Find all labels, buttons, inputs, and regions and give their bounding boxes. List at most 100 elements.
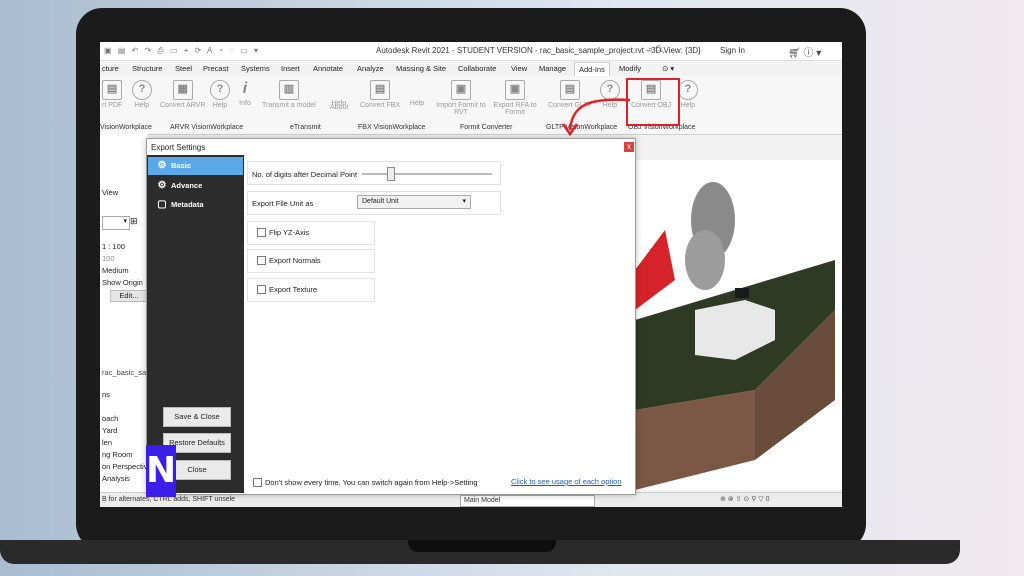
normals-label[interactable]: Export Normals <box>269 256 321 265</box>
browser-item[interactable]: ng Room <box>102 450 132 459</box>
properties-panel: View ▾ ⊞ 1 : 100 100 Medium Show Origin … <box>100 134 152 507</box>
panel-label: FBX VisionWorkplace <box>358 124 426 131</box>
tab-manage[interactable]: Manage <box>539 64 566 73</box>
convert-fbx-button[interactable]: ▤ Convert FBX <box>360 80 400 109</box>
save-close-button[interactable]: Save & Close <box>163 407 231 427</box>
flip-label[interactable]: Flip YZ-Axis <box>269 228 309 237</box>
tab-collaborate[interactable]: Collaborate <box>458 64 496 73</box>
tab-overflow-icon[interactable]: ⊙ ▾ <box>662 64 674 73</box>
info-icon: i <box>242 80 248 97</box>
help-icon[interactable]: 🛒︎ ⓘ ▾ <box>788 44 821 59</box>
dont-show-checkbox[interactable] <box>253 478 262 487</box>
browser-item[interactable]: Analysis <box>102 474 130 483</box>
tab-steel[interactable]: Steel <box>175 64 192 73</box>
tab-architecture[interactable]: cture <box>102 64 119 73</box>
help-button[interactable]: Help <box>330 80 348 107</box>
help-icon <box>408 80 426 98</box>
laptop-notch <box>408 540 556 552</box>
panel-label: Formit Converter <box>460 124 513 131</box>
3d-model-render <box>635 182 835 490</box>
flip-checkbox[interactable] <box>257 228 266 237</box>
browser-item[interactable]: oach <box>102 414 118 423</box>
tab-view[interactable]: View <box>511 64 527 73</box>
tab-modify[interactable]: Modify <box>619 64 641 73</box>
tab-massing-site[interactable]: Massing & Site <box>396 64 446 73</box>
sidebar-item-metadata[interactable]: ▢ Metadata <box>148 196 243 214</box>
fbx-icon: ▤ <box>370 80 391 100</box>
status-icons[interactable]: ⊕ ⊗ ⇧ ⊙ ⚲ ▽ 0 <box>720 495 770 503</box>
edit-button[interactable]: Edit... <box>110 290 148 302</box>
title-bar: ▣ ▤ ↶ ↷ ⎙ ▭ ⌖ ⟳ A ◔ ◌ ▭ ▾ Autodesk Revit… <box>100 42 842 61</box>
gears-icon: ⚙ <box>157 180 167 191</box>
browser-item[interactable]: len <box>102 438 112 447</box>
help-button[interactable]: ? Help <box>132 80 152 109</box>
red-arrow-icon <box>561 98 631 137</box>
sign-in-link[interactable]: Sign In <box>720 46 745 55</box>
transmit-icon: ▥ <box>278 80 299 100</box>
browser-item[interactable]: Yard <box>102 426 117 435</box>
document-icon: ▢ <box>157 199 167 210</box>
import-formit-button[interactable]: ▣ Import Formit to RVT <box>436 80 486 116</box>
help-button[interactable]: ? Help <box>678 80 698 109</box>
help-icon: ? <box>678 80 698 100</box>
digits-slider-track[interactable] <box>362 173 492 175</box>
usage-link[interactable]: Click to see usage of each option <box>511 477 622 486</box>
ribbon-panel: ▤ rt PDF ? Help ▦ Convert ARVR ? Help i Info … <box>100 76 842 135</box>
tab-analyze[interactable]: Analyze <box>357 64 384 73</box>
search-binoculars-icon[interactable]: ⌕ 🔍︎ <box>648 45 665 55</box>
edit-type-icon[interactable]: ⊞ <box>130 216 138 227</box>
tab-structure[interactable]: Structure <box>132 64 162 73</box>
model-selector[interactable]: Main Model <box>460 495 595 507</box>
show-origin: Show Origin <box>102 278 143 287</box>
panel-label: ARVR VisionWorkplace <box>170 124 244 131</box>
flip-row <box>247 221 375 245</box>
about-button[interactable]: About <box>330 104 348 111</box>
status-hint: B for alternates, CTRL adds, SHIFT unsel… <box>102 496 236 503</box>
browser-item[interactable]: ns <box>102 390 110 399</box>
dialog-title: Export Settings <box>151 143 206 152</box>
formit-import-icon: ▣ <box>451 80 471 100</box>
help-icon: ? <box>132 80 152 100</box>
scale-value[interactable]: 1 : 100 <box>102 242 125 251</box>
texture-checkbox[interactable] <box>257 285 266 294</box>
tab-annotate[interactable]: Annotate <box>313 64 343 73</box>
channel-logo: N <box>146 445 176 497</box>
digits-slider-handle[interactable] <box>387 167 395 181</box>
convert-arvr-button[interactable]: ▦ Convert ARVR <box>160 80 205 109</box>
close-icon[interactable]: x <box>624 142 634 152</box>
dont-show-label[interactable]: Don't show every time. You can switch ag… <box>265 478 478 487</box>
sidebar-item-basic[interactable]: ⚙ Basic <box>148 157 243 175</box>
tab-add-ins[interactable]: Add-Ins <box>574 62 610 76</box>
unit-label: Export File Unit as <box>252 199 314 208</box>
browser-item[interactable]: on Perspectiv <box>102 462 147 471</box>
help-button[interactable]: ? Help <box>210 80 230 109</box>
export-settings-dialog: Export Settings x ⚙ Basic ⚙ Advance ▢ Metad… <box>146 138 636 495</box>
help-button[interactable]: Help <box>408 80 426 107</box>
tab-systems[interactable]: Systems <box>241 64 270 73</box>
transmit-model-button[interactable]: ▥ Transmit a model <box>262 80 316 109</box>
chevron-down-icon: ▾ <box>462 198 466 205</box>
pdf-icon: ▤ <box>102 80 123 100</box>
export-pdf-button[interactable]: ▤ rt PDF <box>102 80 122 109</box>
project-browser-root[interactable]: rac_basic_sam <box>102 368 152 377</box>
export-rfa-button[interactable]: ▣ Export RFA to Formit <box>492 80 538 116</box>
tab-insert[interactable]: Insert <box>281 64 300 73</box>
unit-select[interactable]: Default Unit ▾ <box>357 195 471 209</box>
scale-number[interactable]: 100 <box>102 254 115 263</box>
help-icon <box>330 80 348 98</box>
info-button[interactable]: i Info <box>236 80 254 107</box>
ribbon-tab-bar: cture Structure Steel Precast Systems In… <box>100 62 842 76</box>
panel-label: eTransmit <box>290 124 321 131</box>
detail-level[interactable]: Medium <box>102 266 129 275</box>
sidebar-item-advance[interactable]: ⚙ Advance <box>148 177 243 195</box>
texture-label[interactable]: Export Texture <box>269 285 317 294</box>
help-icon: ? <box>210 80 230 100</box>
type-selector[interactable]: ▾ <box>102 216 130 230</box>
tab-precast[interactable]: Precast <box>203 64 228 73</box>
normals-checkbox[interactable] <box>257 256 266 265</box>
quick-access-toolbar[interactable]: ▣ ▤ ↶ ↷ ⎙ ▭ ⌖ ⟳ A ◔ ◌ ▭ ▾ <box>104 46 260 56</box>
panel-label: VisionWorkplace <box>100 124 152 131</box>
gear-icon: ⚙ <box>157 160 167 171</box>
3d-viewport[interactable] <box>635 160 842 490</box>
digits-label: No. of digits after Decimal Point <box>252 170 358 179</box>
